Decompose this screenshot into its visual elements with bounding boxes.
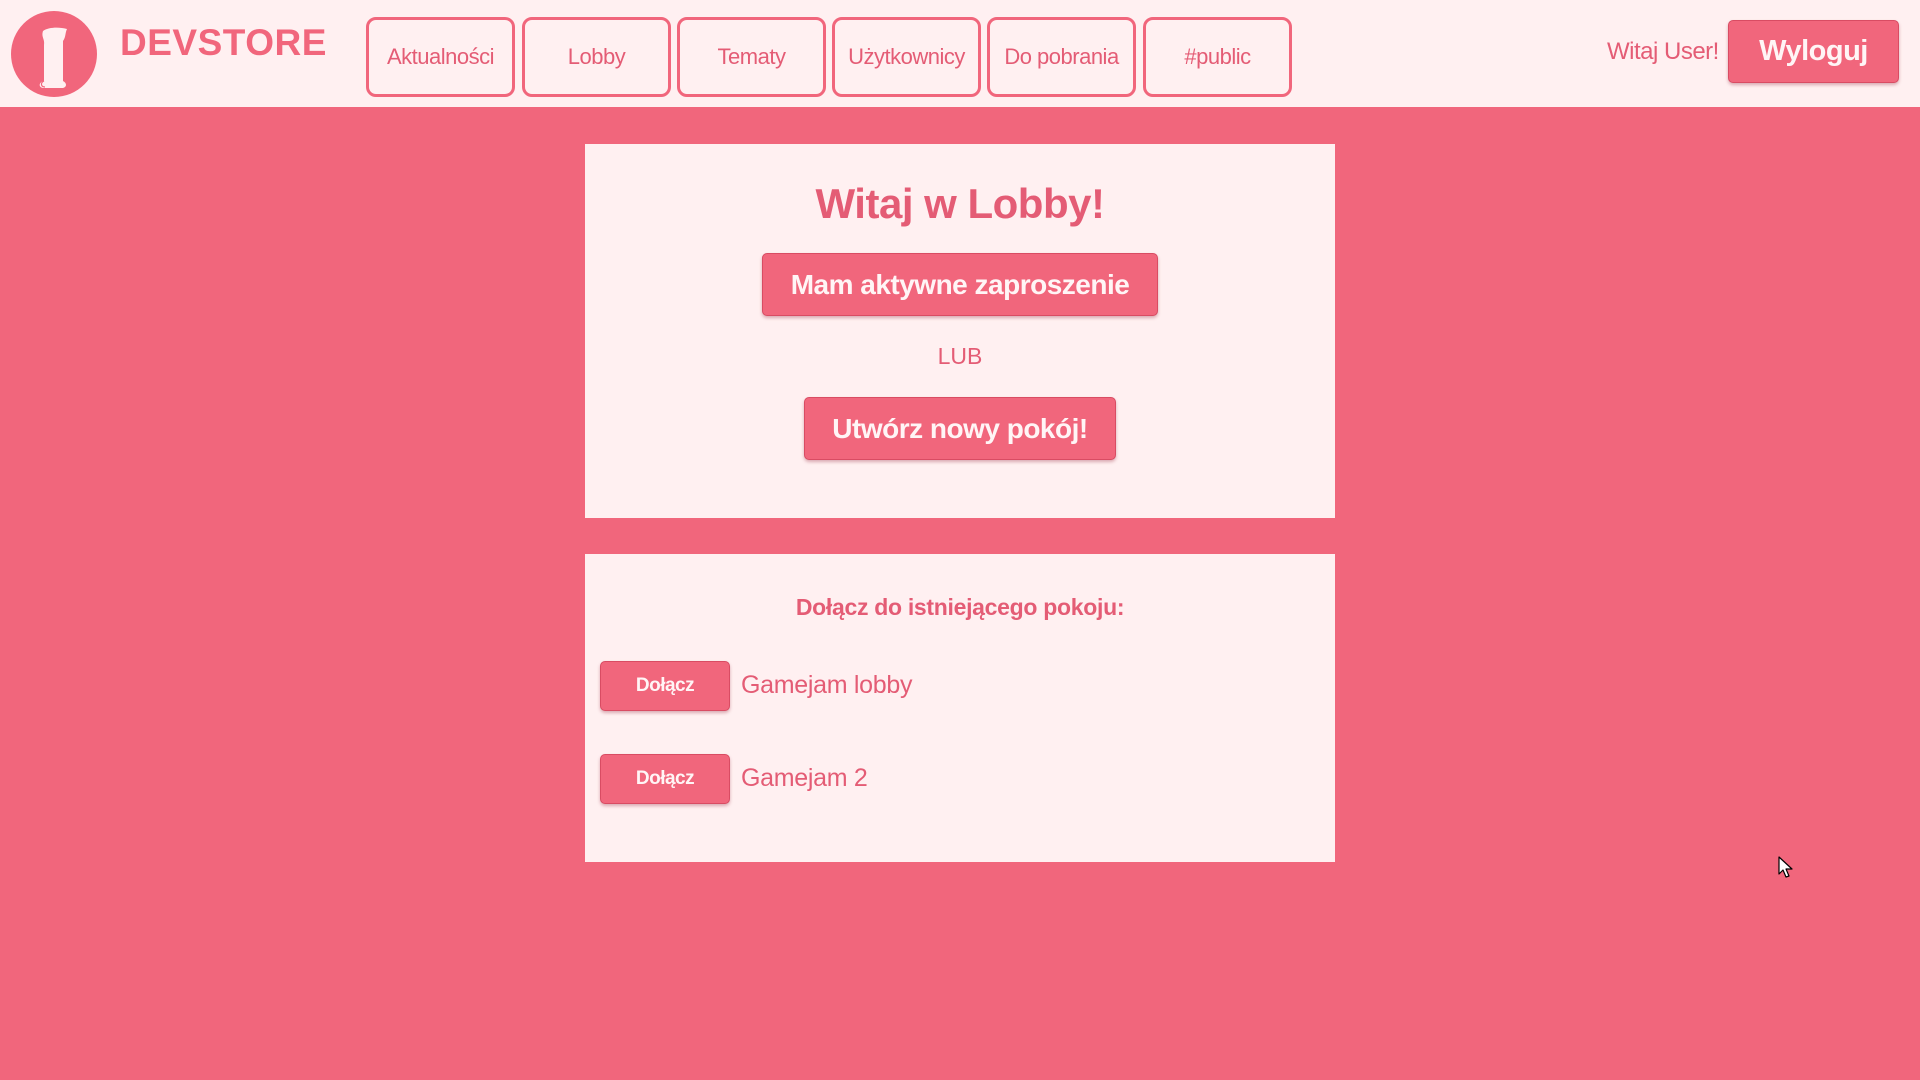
logout-button[interactable]: Wyloguj bbox=[1728, 20, 1899, 83]
lobby-welcome-panel: Witaj w Lobby! Mam aktywne zaproszenie L… bbox=[585, 144, 1335, 518]
mouse-pointer-icon bbox=[1778, 856, 1794, 885]
room-name: Gamejam 2 bbox=[741, 764, 868, 792]
nav-tab-do-pobrania[interactable]: Do pobrania bbox=[987, 17, 1136, 97]
join-room-panel: Dołącz do istniejącego pokoju: Dołącz Ga… bbox=[585, 554, 1335, 862]
nav-tab-public[interactable]: #public bbox=[1143, 17, 1292, 97]
active-invite-button[interactable]: Mam aktywne zaproszenie bbox=[762, 253, 1158, 316]
nav-tab-aktualnosci[interactable]: Aktualności bbox=[366, 17, 515, 97]
user-greeting: Witaj User! bbox=[1607, 38, 1719, 65]
or-separator: LUB bbox=[937, 343, 983, 369]
brand-title[interactable]: DEVSTORE bbox=[120, 22, 327, 64]
join-room-button[interactable]: Dołącz bbox=[600, 754, 730, 804]
nav-tab-lobby[interactable]: Lobby bbox=[522, 17, 671, 97]
join-room-button[interactable]: Dołącz bbox=[600, 661, 730, 711]
top-navbar: DEVSTORE Aktualności Lobby Tematy Użytko… bbox=[0, 0, 1920, 107]
nav-tab-tematy[interactable]: Tematy bbox=[677, 17, 826, 97]
scroll-logo-icon[interactable] bbox=[11, 11, 97, 97]
room-list-item: Dołącz Gamejam 2 bbox=[600, 754, 1300, 804]
create-room-button[interactable]: Utwórz nowy pokój! bbox=[804, 397, 1116, 460]
page-title: Witaj w Lobby! bbox=[815, 180, 1105, 227]
join-room-heading: Dołącz do istniejącego pokoju: bbox=[795, 594, 1125, 620]
nav-tab-uzytkownicy[interactable]: Użytkownicy bbox=[832, 17, 981, 97]
room-name: Gamejam lobby bbox=[741, 671, 913, 699]
room-list-item: Dołącz Gamejam lobby bbox=[600, 661, 1300, 711]
